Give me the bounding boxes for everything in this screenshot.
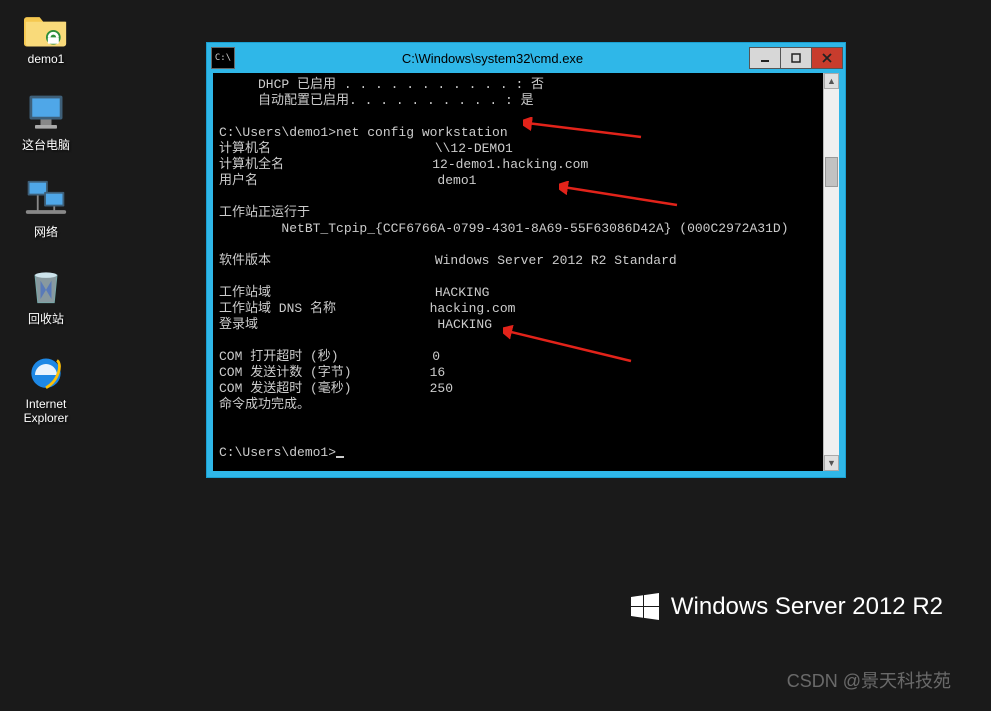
cmd-line: NetBT_Tcpip_{CCF6766A-0799-4301-8A69-55F… [219, 221, 789, 236]
maximize-button[interactable] [780, 47, 812, 69]
cmd-window: C:\ C:\Windows\system32\cmd.exe DHCP 已启用… [206, 42, 846, 478]
icon-label: demo1 [28, 52, 65, 66]
os-branding-text: Windows Server 2012 R2 [671, 593, 943, 621]
windows-logo-icon [631, 593, 659, 621]
folder-icon [24, 8, 68, 48]
window-title: C:\Windows\system32\cmd.exe [235, 51, 750, 66]
network[interactable]: 网络 [6, 179, 86, 240]
annotation-arrow-2 [559, 181, 679, 209]
cmd-line: 命令成功完成。 [219, 397, 310, 412]
scroll-track[interactable] [824, 89, 839, 455]
computer-icon [24, 92, 68, 132]
cmd-line: C:\Users\demo1>net config workstation [219, 125, 508, 140]
cmd-line: 计算机全名 12-demo1.hacking.com [219, 157, 588, 172]
cmd-line: 工作站域 HACKING [219, 285, 489, 300]
cmd-prompt: C:\Users\demo1> [219, 445, 336, 460]
cmd-client-area: DHCP 已启用 . . . . . . . . . . . : 否 自动配置已… [213, 73, 839, 471]
folder-demo1[interactable]: demo1 [6, 8, 86, 66]
window-buttons [750, 47, 843, 69]
cursor-icon [336, 456, 344, 458]
cmd-line: 登录域 HACKING [219, 317, 492, 332]
scroll-down-button[interactable]: ▼ [824, 455, 839, 471]
cmd-line: COM 发送计数 (字节) 16 [219, 365, 445, 380]
internet-explorer[interactable]: Internet Explorer [6, 353, 86, 425]
icon-label: 网络 [34, 223, 58, 240]
cmd-line: DHCP 已启用 . . . . . . . . . . . : 否 [219, 77, 544, 92]
icon-label: 这台电脑 [22, 136, 70, 153]
cmd-line: COM 发送超时 (毫秒) 250 [219, 381, 453, 396]
icon-label: 回收站 [28, 310, 64, 327]
vertical-scrollbar[interactable]: ▲ ▼ [823, 73, 839, 471]
annotation-arrow-3 [503, 325, 633, 365]
desktop-icons-column: demo1 这台电脑 网络 回收站 Internet Explorer [6, 8, 86, 451]
network-icon [24, 179, 68, 219]
this-pc[interactable]: 这台电脑 [6, 92, 86, 153]
recycle-bin-icon [24, 266, 68, 306]
watermark-text: CSDN @景天科技苑 [787, 667, 951, 693]
cmd-line: 软件版本 Windows Server 2012 R2 Standard [219, 253, 677, 268]
cmd-output[interactable]: DHCP 已启用 . . . . . . . . . . . : 否 自动配置已… [213, 73, 823, 471]
scroll-thumb[interactable] [825, 157, 838, 187]
cmd-app-icon: C:\ [211, 47, 235, 69]
annotation-arrow-1 [523, 117, 643, 141]
cmd-line: 工作站正运行于 [219, 205, 310, 220]
close-button[interactable] [811, 47, 843, 69]
icon-label: Internet Explorer [24, 397, 69, 425]
minimize-button[interactable] [749, 47, 781, 69]
scroll-up-button[interactable]: ▲ [824, 73, 839, 89]
os-branding: Windows Server 2012 R2 [631, 593, 943, 621]
cmd-line: 计算机名 \\12-DEMO1 [219, 141, 513, 156]
cmd-line: 用户名 demo1 [219, 173, 476, 188]
cmd-line: 工作站域 DNS 名称 hacking.com [219, 301, 515, 316]
recycle-bin[interactable]: 回收站 [6, 266, 86, 327]
cmd-line: 自动配置已启用. . . . . . . . . . : 是 [219, 93, 534, 108]
titlebar[interactable]: C:\ C:\Windows\system32\cmd.exe [207, 43, 845, 73]
ie-icon [24, 353, 68, 393]
cmd-line: COM 打开超时 (秒) 0 [219, 349, 440, 364]
